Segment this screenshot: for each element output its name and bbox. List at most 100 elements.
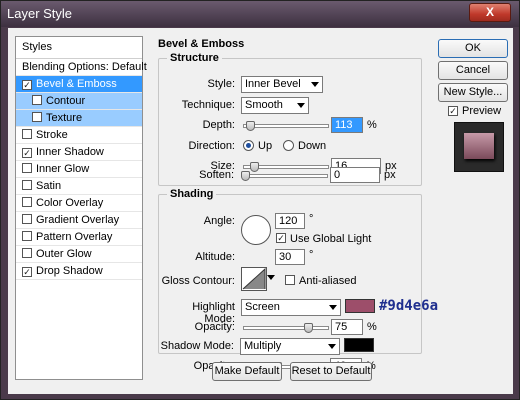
color-overlay-checkbox[interactable] <box>22 197 32 207</box>
gloss-contour-label: Gloss Contour: <box>161 275 235 287</box>
soften-slider[interactable] <box>241 171 328 181</box>
depth-unit: % <box>367 119 377 131</box>
structure-legend: Structure <box>167 52 222 64</box>
inner-glow-checkbox[interactable] <box>22 163 32 173</box>
highlight-opacity-input[interactable]: 75 <box>331 319 363 335</box>
style-select[interactable]: Inner Bevel <box>241 76 323 93</box>
style-item-color-overlay[interactable]: Color Overlay <box>16 195 142 212</box>
angle-unit: ° <box>309 213 314 225</box>
anti-aliased-checkbox[interactable] <box>285 275 295 285</box>
angle-dial[interactable] <box>241 215 271 245</box>
cancel-button[interactable]: Cancel <box>438 61 508 80</box>
texture-checkbox[interactable] <box>32 112 42 122</box>
shading-group: Shading Angle: 120 ° ✓ Use Global Light … <box>158 188 438 354</box>
preview-checkbox[interactable]: ✓ <box>448 106 458 116</box>
make-default-button[interactable]: Make Default <box>212 362 282 381</box>
shadow-color-swatch[interactable] <box>344 338 374 352</box>
style-item-label: Color Overlay <box>36 197 104 209</box>
style-item-label: Stroke <box>36 129 68 141</box>
altitude-label: Altitude: <box>195 251 235 263</box>
style-item-stroke[interactable]: Stroke <box>16 127 142 144</box>
direction-down-radio[interactable] <box>283 140 294 151</box>
close-button[interactable]: X <box>469 3 511 22</box>
highlight-mode-select[interactable]: Screen <box>241 299 341 316</box>
bevel-emboss-checkbox[interactable]: ✓ <box>22 80 32 90</box>
shadow-mode-label: Shadow Mode: <box>160 340 234 352</box>
depth-label: Depth: <box>202 119 235 131</box>
reset-to-default-button[interactable]: Reset to Default <box>290 362 372 381</box>
chevron-down-icon <box>328 344 336 349</box>
size-slider-thumb[interactable] <box>250 162 259 172</box>
soften-input[interactable]: 0 <box>330 167 380 183</box>
style-label: Style: <box>207 78 235 90</box>
style-item-label: Gradient Overlay <box>36 214 120 226</box>
shadow-mode-value: Multiply <box>244 340 282 352</box>
soften-label: Soften: <box>199 169 234 181</box>
direction-down-label: Down <box>298 140 327 152</box>
style-item-pattern-overlay[interactable]: Pattern Overlay <box>16 229 142 246</box>
depth-input[interactable]: 113 <box>331 117 363 133</box>
inner-shadow-checkbox[interactable]: ✓ <box>22 148 32 158</box>
style-item-label: Inner Glow <box>36 163 90 175</box>
style-item-label: Outer Glow <box>36 248 92 260</box>
highlight-hex-annotation: #9d4e6a <box>379 298 439 314</box>
contour-checkbox[interactable] <box>32 95 42 105</box>
pattern-overlay-checkbox[interactable] <box>22 231 32 241</box>
anti-aliased-label: Anti-aliased <box>299 275 357 287</box>
technique-select-value: Smooth <box>245 99 283 111</box>
style-item-inner-glow[interactable]: Inner Glow <box>16 161 142 178</box>
styles-list: Styles Blending Options: Default ✓ Bevel … <box>15 36 147 380</box>
global-light-checkbox[interactable]: ✓ <box>276 233 286 243</box>
technique-select[interactable]: Smooth <box>241 97 309 114</box>
style-item-label: Contour <box>46 95 86 107</box>
highlight-color-swatch[interactable] <box>345 299 375 313</box>
direction-up-radio[interactable] <box>243 140 254 151</box>
style-item-outer-glow[interactable]: Outer Glow <box>16 246 142 263</box>
chevron-down-icon[interactable] <box>267 275 275 280</box>
highlight-opacity-slider[interactable] <box>243 323 329 333</box>
style-item-texture[interactable]: Texture <box>16 110 142 127</box>
ok-button[interactable]: OK <box>438 39 508 58</box>
technique-label: Technique: <box>181 99 235 111</box>
soften-slider-thumb[interactable] <box>241 171 250 181</box>
size-slider[interactable] <box>243 162 329 172</box>
satin-checkbox[interactable] <box>22 180 32 190</box>
depth-slider[interactable] <box>243 121 329 131</box>
gloss-contour-picker[interactable] <box>241 267 267 291</box>
drop-shadow-checkbox[interactable]: ✓ <box>22 267 32 277</box>
styles-header: Styles <box>16 37 142 59</box>
bevel-emboss-panel: Bevel & Emboss Structure Style: Inner Be… <box>154 36 438 380</box>
style-item-label: Inner Shadow <box>36 146 104 158</box>
altitude-unit: ° <box>309 249 314 261</box>
angle-input[interactable]: 120 <box>275 213 305 229</box>
title-bar[interactable]: Layer Style X <box>1 1 519 27</box>
contour-curve-icon <box>242 267 266 290</box>
depth-slider-thumb[interactable] <box>246 121 255 131</box>
style-item-inner-shadow[interactable]: ✓ Inner Shadow <box>16 144 142 161</box>
stroke-checkbox[interactable] <box>22 129 32 139</box>
style-item-label: Pattern Overlay <box>36 231 113 243</box>
new-style-button[interactable]: New Style... <box>438 83 508 102</box>
altitude-input[interactable]: 30 <box>275 249 305 265</box>
style-preview-swatch <box>464 133 494 159</box>
shadow-mode-select[interactable]: Multiply <box>240 338 340 355</box>
structure-group: Structure Style: Inner Bevel Technique: … <box>158 52 422 186</box>
style-item-gradient-overlay[interactable]: Gradient Overlay <box>16 212 142 229</box>
outer-glow-checkbox[interactable] <box>22 248 32 258</box>
blending-options-item[interactable]: Blending Options: Default <box>16 59 147 76</box>
style-item-bevel-emboss[interactable]: ✓ Bevel & Emboss <box>16 76 142 93</box>
gradient-overlay-checkbox[interactable] <box>22 214 32 224</box>
angle-label: Angle: <box>203 215 235 227</box>
style-item-label: Texture <box>46 112 83 124</box>
window-title: Layer Style <box>7 6 73 21</box>
style-item-label: Satin <box>36 180 62 192</box>
style-item-drop-shadow[interactable]: ✓ Drop Shadow <box>16 263 142 280</box>
direction-label: Direction: <box>188 140 235 152</box>
highlight-opacity-thumb[interactable] <box>304 323 313 333</box>
chevron-down-icon <box>297 103 305 108</box>
style-item-contour[interactable]: Contour <box>16 93 142 110</box>
style-item-satin[interactable]: Satin <box>16 178 142 195</box>
highlight-mode-value: Screen <box>245 301 280 313</box>
style-select-value: Inner Bevel <box>245 78 301 90</box>
shading-legend: Shading <box>167 188 217 200</box>
